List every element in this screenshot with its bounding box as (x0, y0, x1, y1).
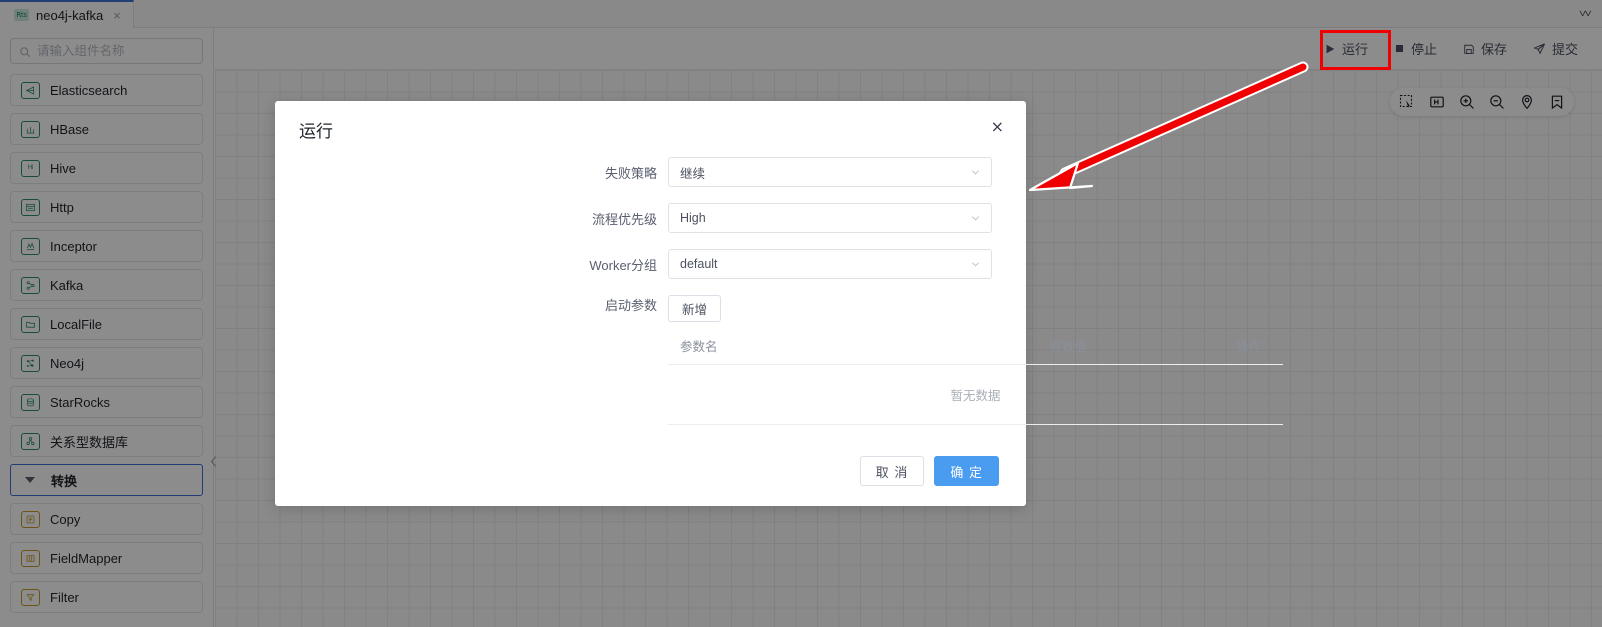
cancel-button[interactable]: 取 消 (860, 456, 925, 486)
field-process-priority: 流程优先级 High (275, 203, 992, 233)
field-failure-strategy: 失败策略 继续 (275, 157, 992, 187)
process-priority-select[interactable]: High (668, 203, 992, 233)
select-value: 继续 (680, 163, 705, 182)
close-icon[interactable]: × (991, 119, 1004, 135)
field-label: 失败策略 (275, 163, 668, 182)
run-dialog: 运行 × 失败策略 继续 流程优先级 High (275, 101, 1026, 506)
confirm-button[interactable]: 确 定 (934, 456, 999, 486)
dialog-footer: 取 消 确 定 (860, 456, 999, 486)
select-value: High (680, 211, 706, 225)
field-startup-params: 启动参数 新增 (275, 295, 992, 322)
field-label: 启动参数 (275, 295, 668, 314)
worker-group-select[interactable]: default (668, 249, 992, 279)
column-param-name: 参数名 (668, 336, 943, 355)
chevron-down-icon (970, 213, 981, 224)
failure-strategy-select[interactable]: 继续 (668, 157, 992, 187)
param-table-header: 参数名 参数值 操作 (668, 336, 1283, 365)
add-param-button[interactable]: 新增 (668, 295, 721, 322)
field-label: 流程优先级 (275, 209, 668, 228)
select-value: default (680, 257, 718, 271)
column-param-value: 参数值 (943, 336, 1193, 355)
field-worker-group: Worker分组 default (275, 249, 992, 279)
param-table-empty: 暂无数据 (668, 365, 1283, 425)
dialog-body: 失败策略 继续 流程优先级 High (275, 157, 1026, 425)
app-root: Rts neo4j-kafka × ˅˅ (0, 0, 1602, 627)
dialog-header: 运行 × (275, 101, 1026, 157)
field-label: Worker分组 (275, 255, 668, 274)
dialog-title: 运行 (299, 117, 333, 142)
column-actions: 操作 (1193, 336, 1283, 355)
chevron-down-icon (970, 167, 981, 178)
chevron-down-icon (970, 259, 981, 270)
param-table: 参数名 参数值 操作 暂无数据 (668, 336, 1283, 425)
